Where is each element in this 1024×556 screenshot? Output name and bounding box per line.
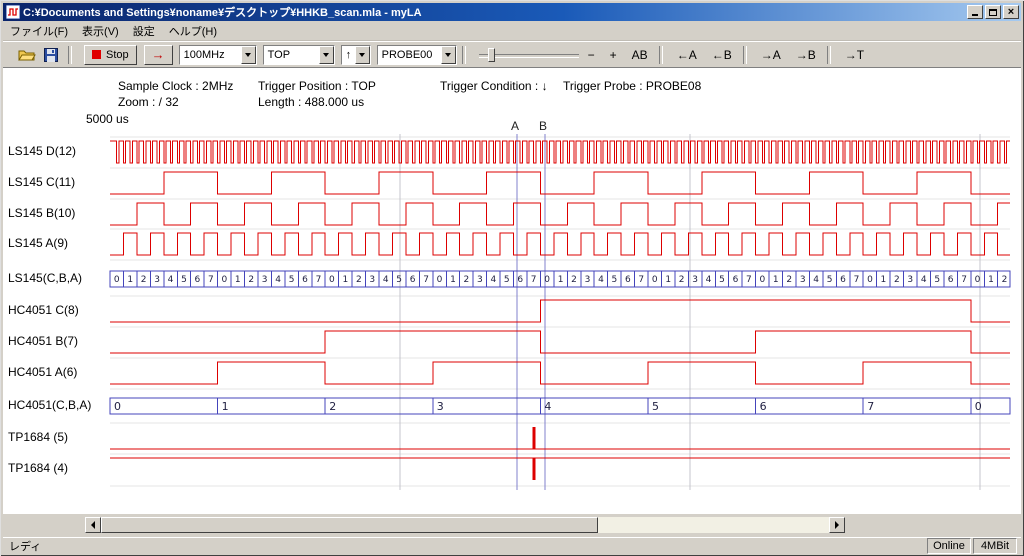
marker-b-label[interactable]: B xyxy=(539,119,547,133)
status-bar: レディ Online 4MBit xyxy=(3,537,1021,554)
channel-label: HC4051 C(8) xyxy=(8,303,79,317)
menu-view[interactable]: 表示(V) xyxy=(75,21,126,41)
channel-label: HC4051 B(7) xyxy=(8,334,78,348)
scroll-right-button[interactable] xyxy=(829,517,845,533)
minimize-button[interactable] xyxy=(967,5,983,19)
floppy-disk-icon xyxy=(44,48,58,62)
app-window: C:¥Documents and Settings¥noname¥デスクトップ¥… xyxy=(0,0,1024,556)
trigger-edge-value: ↑ xyxy=(342,46,355,64)
status-memory: 4MBit xyxy=(973,538,1017,554)
status-online: Online xyxy=(927,538,971,554)
toolbar-separator xyxy=(462,46,466,64)
chevron-down-icon[interactable] xyxy=(355,46,370,64)
chevron-down-icon[interactable] xyxy=(319,46,334,64)
scroll-left-button[interactable] xyxy=(85,517,101,533)
trigger-edge-select[interactable]: ↑ xyxy=(341,45,371,65)
arrow-left-icon xyxy=(91,521,95,529)
zoom-in-button[interactable]: + xyxy=(604,45,623,65)
app-icon xyxy=(6,5,20,19)
stop-label: Stop xyxy=(106,49,129,61)
window-controls: × xyxy=(967,5,1019,19)
length-label: Length : 488.000 us xyxy=(258,95,364,109)
status-ready: レディ xyxy=(9,538,927,554)
sample-clock-value: 100MHz xyxy=(180,46,241,64)
window-title: C:¥Documents and Settings¥noname¥デスクトップ¥… xyxy=(23,4,963,20)
channel-label: LS145(C,B,A) xyxy=(8,271,82,285)
move-a-left-button[interactable]: ←A xyxy=(671,45,703,65)
status-panels: Online 4MBit xyxy=(927,538,1017,554)
close-icon: × xyxy=(1008,7,1014,17)
zoom-out-button[interactable]: − xyxy=(582,45,601,65)
toolbar-separator xyxy=(659,46,663,64)
menu-help[interactable]: ヘルプ(H) xyxy=(162,21,224,41)
marker-a-label[interactable]: A xyxy=(511,119,519,133)
chevron-down-icon[interactable] xyxy=(441,46,456,64)
toolbar-separator xyxy=(827,46,831,64)
channel-label: TP1684 (5) xyxy=(8,430,68,444)
channel-label: LS145 C(11) xyxy=(8,175,75,189)
trigger-probe-select[interactable]: PROBE00 xyxy=(377,45,457,65)
trigger-condition-label: Trigger Condition : ↓ xyxy=(440,79,548,93)
stop-button[interactable]: Stop xyxy=(84,45,137,65)
sample-clock-select[interactable]: 100MHz xyxy=(179,45,257,65)
waveform-area[interactable] xyxy=(3,67,1021,514)
stop-icon xyxy=(92,50,101,59)
toolbar: Stop → 100MHz TOP ↑ PROBE00 − + AB ←A ←B xyxy=(3,41,1021,67)
toolbar-separator xyxy=(743,46,747,64)
channel-label: LS145 D(12) xyxy=(8,144,76,158)
open-folder-icon xyxy=(18,48,36,62)
maximize-icon xyxy=(989,9,997,16)
move-b-right-button[interactable]: →B xyxy=(790,45,822,65)
scrollbar-track[interactable] xyxy=(101,517,829,533)
minimize-icon xyxy=(972,14,978,16)
move-a-right-button[interactable]: →A xyxy=(755,45,787,65)
ab-markers-button[interactable]: AB xyxy=(626,45,654,65)
save-button[interactable] xyxy=(39,44,63,66)
chevron-down-icon[interactable] xyxy=(241,46,256,64)
trigger-probe-value: PROBE00 xyxy=(378,46,441,64)
trigger-position-label: Trigger Position : TOP xyxy=(258,79,376,93)
toolbar-separator xyxy=(68,46,72,64)
channel-label: HC4051(C,B,A) xyxy=(8,398,91,412)
channel-label: LS145 A(9) xyxy=(8,236,68,250)
trigger-position-value: TOP xyxy=(264,46,319,64)
scrollbar-thumb[interactable] xyxy=(101,517,598,533)
channel-label: HC4051 A(6) xyxy=(8,365,77,379)
maximize-button[interactable] xyxy=(985,5,1001,19)
menu-settings[interactable]: 設定 xyxy=(126,21,162,41)
channel-label: TP1684 (4) xyxy=(8,461,68,475)
zoom-slider[interactable] xyxy=(479,45,579,65)
horizontal-scrollbar[interactable] xyxy=(85,517,845,533)
menu-bar: ファイル(F) 表示(V) 設定 ヘルプ(H) xyxy=(3,21,1021,41)
trigger-probe-label: Trigger Probe : PROBE08 xyxy=(563,79,701,93)
sample-clock-label: Sample Clock : 2MHz xyxy=(118,79,233,93)
trigger-position-select[interactable]: TOP xyxy=(263,45,335,65)
run-button[interactable]: → xyxy=(144,45,173,65)
move-b-left-button[interactable]: ←B xyxy=(706,45,738,65)
goto-trigger-button[interactable]: →T xyxy=(839,45,870,65)
channel-label: LS145 B(10) xyxy=(8,206,75,220)
menu-file[interactable]: ファイル(F) xyxy=(3,21,75,41)
time-scale-label: 5000 us xyxy=(86,112,129,126)
title-bar[interactable]: C:¥Documents and Settings¥noname¥デスクトップ¥… xyxy=(3,3,1021,21)
arrow-right-icon xyxy=(835,521,839,529)
zoom-label: Zoom : / 32 xyxy=(118,95,179,109)
close-button[interactable]: × xyxy=(1003,5,1019,19)
slider-thumb[interactable] xyxy=(488,48,495,62)
open-button[interactable] xyxy=(15,44,39,66)
